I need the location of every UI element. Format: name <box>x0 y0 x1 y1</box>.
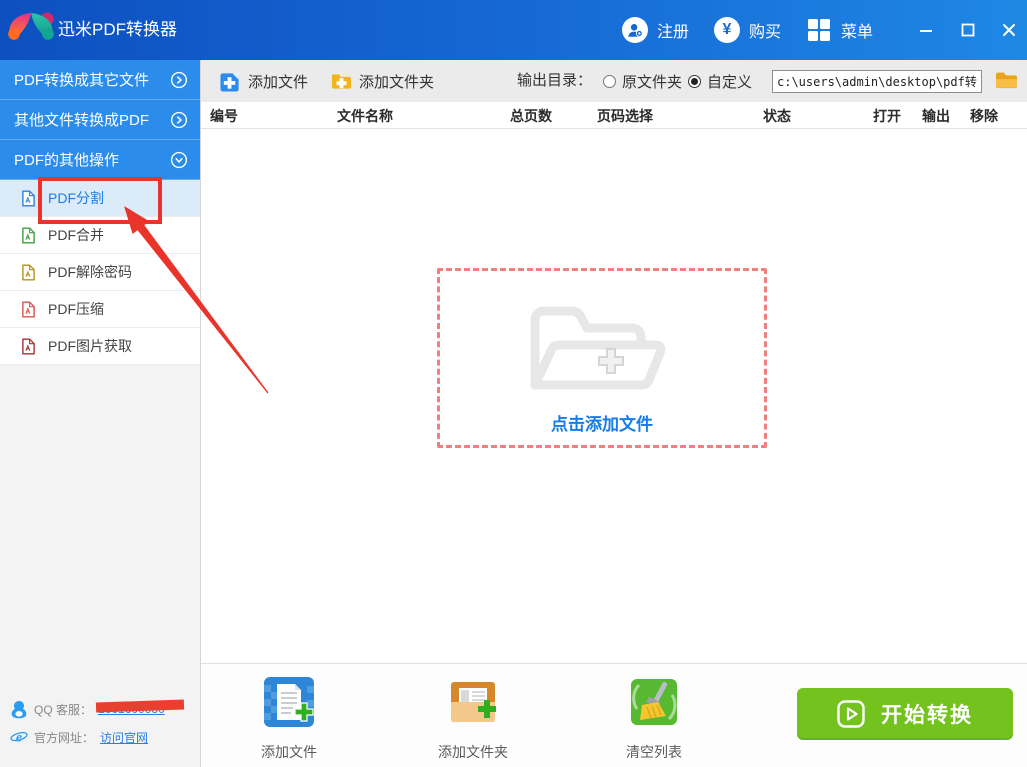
add-file-big-button[interactable]: 添加文件 <box>244 676 334 762</box>
sidebar-group-pdf-to-other[interactable]: PDF转换成其它文件 <box>0 60 200 100</box>
toolbar: 添加文件 添加文件夹 输出目录： 原文件夹 自定义 <box>201 60 1027 102</box>
start-convert-button[interactable]: 开始转换 <box>797 688 1013 740</box>
output-dir-label: 输出目录： <box>517 72 593 89</box>
radio-custom-folder[interactable]: 自定义 <box>688 60 752 102</box>
add-folder-icon <box>331 71 352 92</box>
add-folder-label: 添加文件夹 <box>359 73 435 91</box>
qq-icon <box>10 700 28 719</box>
sidebar-item-label: PDF分割 <box>48 190 104 206</box>
chevron-right-circle-icon <box>170 71 188 89</box>
sidebar-item-pdf-merge[interactable]: PDF合并 <box>0 217 200 254</box>
file-list-area: 点击添加文件 <box>201 129 1027 663</box>
radio-original-folder[interactable]: 原文件夹 <box>603 60 682 102</box>
add-file-icon <box>220 71 241 92</box>
sidebar-item-pdf-compress[interactable]: PDF压缩 <box>0 291 200 328</box>
col-status[interactable]: 状态 <box>763 106 791 126</box>
ie-browser-icon: e <box>10 728 28 746</box>
pdf-file-icon <box>21 263 36 281</box>
close-icon <box>1003 24 1015 36</box>
sidebar-group-other-to-pdf[interactable]: 其他文件转换成PDF <box>0 100 200 140</box>
browse-folder-button[interactable] <box>995 70 1018 91</box>
col-number[interactable]: 编号 <box>210 106 238 126</box>
dropzone-hint: 点击添加文件 <box>551 415 653 434</box>
col-open[interactable]: 打开 <box>873 106 901 126</box>
titlebar: 迅米PDF转换器 注册 ¥ 购买 菜单 <box>0 0 1027 60</box>
bottom-action-bar: 添加文件 添加文件夹 清空列表 开始转换 <box>201 663 1027 767</box>
col-page-selection[interactable]: 页码选择 <box>597 106 653 126</box>
add-folder-big-label: 添加文件夹 <box>438 744 508 760</box>
qq-service-label: QQ 客服： <box>34 702 93 717</box>
buy-label: 购买 <box>749 24 782 41</box>
sidebar-item-label: PDF解除密码 <box>48 264 132 280</box>
register-label: 注册 <box>657 24 690 41</box>
sidebar-footer: QQ 客服： 1661600030 e 官方网址： 访问官网 <box>10 698 200 754</box>
buy-button[interactable]: ¥ 购买 <box>714 0 781 60</box>
official-site-label: 官方网址： <box>34 730 95 745</box>
maximize-icon <box>961 23 975 37</box>
register-button[interactable]: 注册 <box>622 0 689 60</box>
maximize-button[interactable] <box>953 0 983 60</box>
file-table-header: 编号 文件名称 总页数 页码选择 状态 打开 输出 移除 <box>201 102 1027 129</box>
main-panel: 添加文件 添加文件夹 输出目录： 原文件夹 自定义 c:\users\admin… <box>201 60 1027 767</box>
visit-site-link[interactable]: 访问官网 <box>100 729 148 746</box>
app-logo-icon <box>8 12 54 40</box>
app-window: 迅米PDF转换器 注册 ¥ 购买 菜单 PDF转换成其它文件 其他文件转换成PD… <box>0 0 1027 767</box>
sidebar-group-pdf-other-ops[interactable]: PDF的其他操作 <box>0 140 200 180</box>
minimize-button[interactable] <box>911 0 941 60</box>
menu-button[interactable]: 菜单 <box>806 0 873 60</box>
radio-unchecked-icon[interactable] <box>603 74 616 88</box>
add-file-label: 添加文件 <box>248 73 309 91</box>
menu-grid-icon <box>806 17 832 43</box>
sidebar: PDF转换成其它文件 其他文件转换成PDF PDF的其他操作 PDF分割 PDF… <box>0 60 201 767</box>
clear-list-button[interactable]: 清空列表 <box>609 676 699 762</box>
sidebar-item-pdf-remove-password[interactable]: PDF解除密码 <box>0 254 200 291</box>
close-button[interactable] <box>993 0 1025 60</box>
pdf-file-icon <box>21 337 36 355</box>
col-filename[interactable]: 文件名称 <box>337 106 393 126</box>
pdf-file-icon <box>21 226 36 244</box>
pdf-file-icon <box>21 189 36 207</box>
add-folder-big-button[interactable]: 添加文件夹 <box>428 676 518 762</box>
sidebar-item-label: PDF图片获取 <box>48 338 132 354</box>
clear-list-label: 清空列表 <box>626 744 682 760</box>
radio-original-label: 原文件夹 <box>622 73 683 91</box>
open-folder-add-icon <box>530 306 666 390</box>
sidebar-item-label: PDF合并 <box>48 227 104 243</box>
add-file-big-label: 添加文件 <box>261 744 317 760</box>
add-file-toolbar-button[interactable]: 添加文件 <box>220 60 308 102</box>
add-file-big-icon <box>264 677 314 727</box>
radio-checked-icon[interactable] <box>688 74 701 88</box>
pdf-file-icon <box>21 300 36 318</box>
clear-list-broom-icon <box>631 679 677 725</box>
add-folder-toolbar-button[interactable]: 添加文件夹 <box>331 60 434 102</box>
col-total-pages[interactable]: 总页数 <box>510 106 552 126</box>
file-dropzone[interactable]: 点击添加文件 <box>437 268 767 448</box>
yen-icon: ¥ <box>714 17 740 43</box>
register-user-icon <box>622 17 648 43</box>
col-remove[interactable]: 移除 <box>970 106 998 126</box>
output-path-input[interactable] <box>772 70 982 93</box>
start-convert-label: 开始转换 <box>881 704 973 727</box>
folder-icon <box>996 72 1017 89</box>
play-icon <box>837 700 865 728</box>
add-folder-big-icon <box>451 682 496 722</box>
red-redaction-bar <box>95 699 185 713</box>
menu-label: 菜单 <box>841 24 874 41</box>
sidebar-item-label: PDF压缩 <box>48 301 104 317</box>
chevron-right-circle-icon <box>170 111 188 129</box>
app-title: 迅米PDF转换器 <box>58 20 177 39</box>
radio-custom-label: 自定义 <box>707 73 753 91</box>
minimize-icon <box>920 30 932 32</box>
chevron-down-circle-icon <box>170 151 188 169</box>
sidebar-item-pdf-extract-images[interactable]: PDF图片获取 <box>0 328 200 365</box>
col-output[interactable]: 输出 <box>922 106 950 126</box>
sidebar-item-pdf-split[interactable]: PDF分割 <box>0 180 200 217</box>
